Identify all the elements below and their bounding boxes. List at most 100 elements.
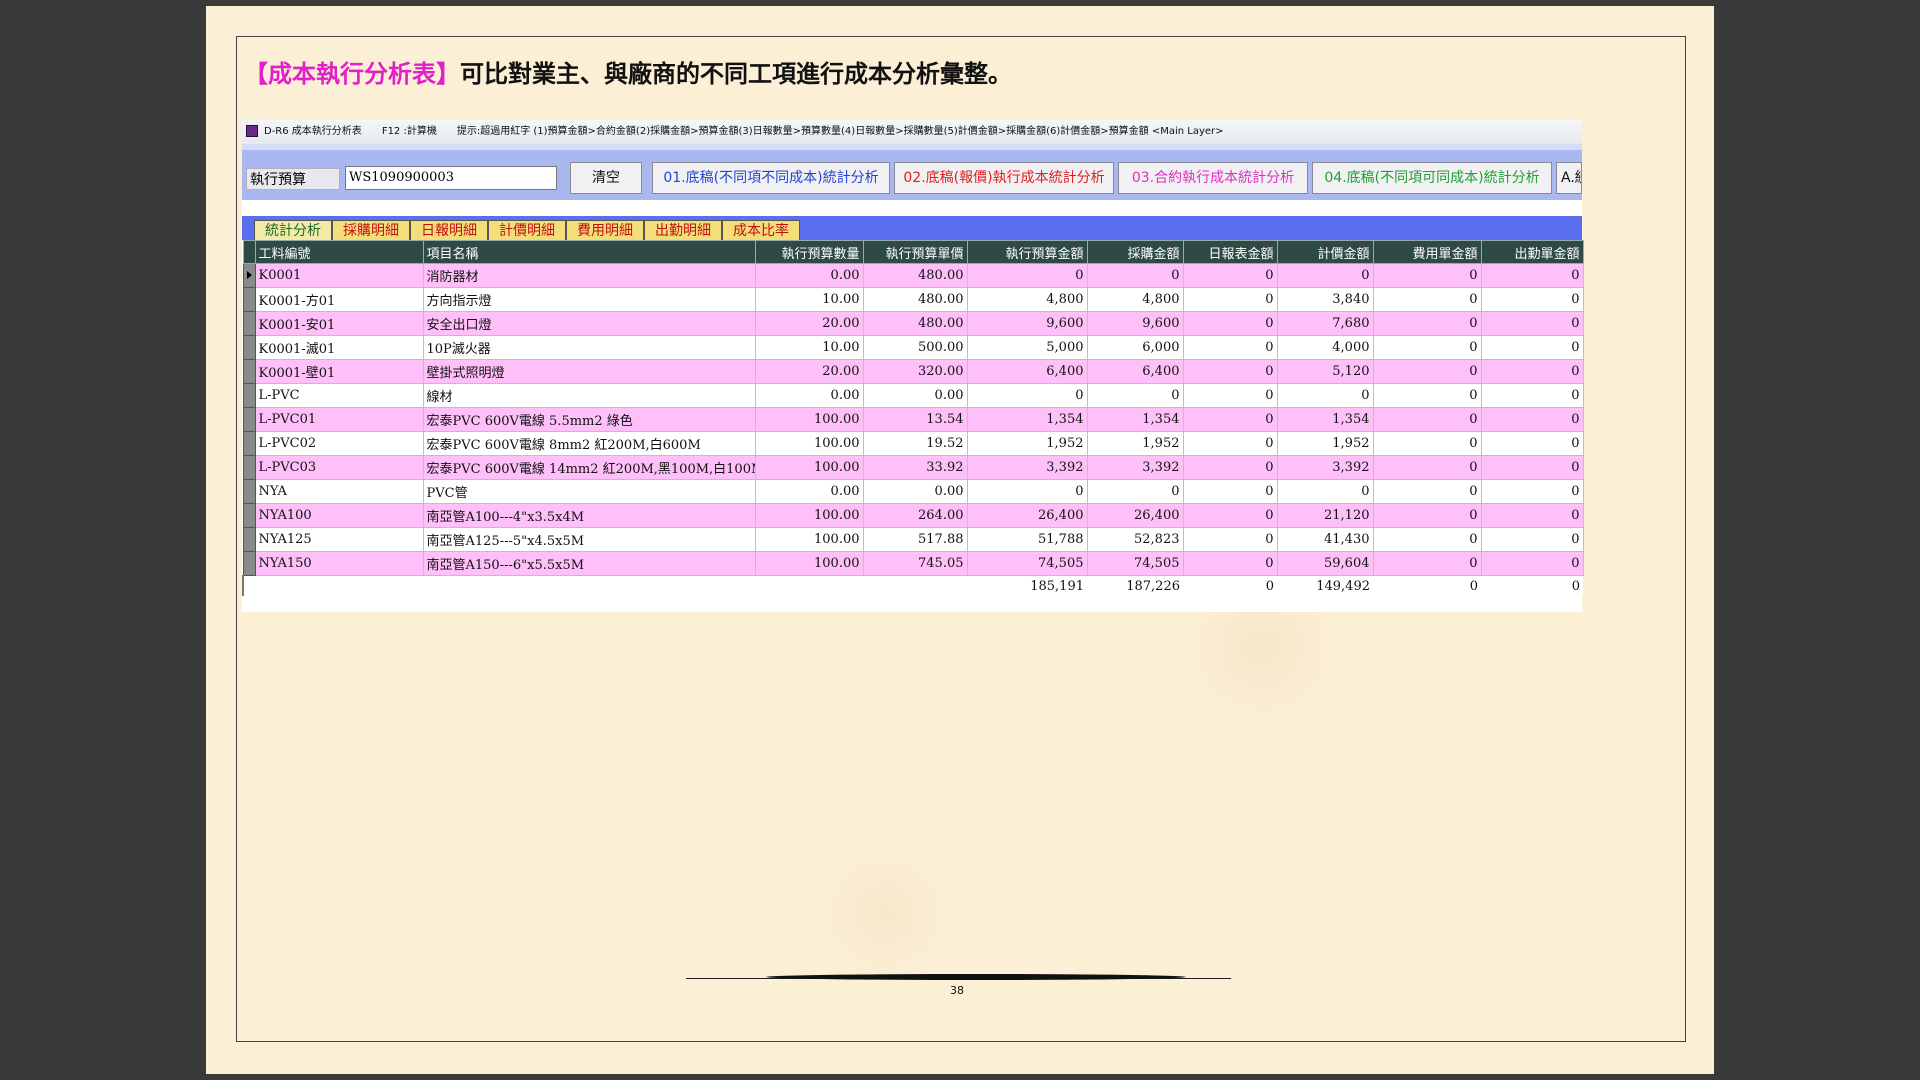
analysis-a-button[interactable]: A.統: [1556, 162, 1582, 194]
analysis-01-button[interactable]: 01.底稿(不同項不同成本)統計分析: [652, 162, 890, 194]
table-row[interactable]: L-PVC02 宏泰PVC 600V電線 8mm2 紅200M,白600M 100.…: [242, 431, 1584, 456]
table-cell[interactable]: 0: [1372, 383, 1482, 408]
table-cell[interactable]: 1,952: [966, 431, 1088, 456]
table-cell[interactable]: 0: [1182, 455, 1278, 480]
budget-input[interactable]: WS1090900003: [345, 166, 557, 190]
table-cell[interactable]: 線材: [422, 383, 756, 408]
table-cell[interactable]: 4,000: [1276, 335, 1374, 360]
table-cell[interactable]: 320.00: [862, 359, 968, 384]
header-attendance-amount[interactable]: 出勤單金額: [1480, 240, 1584, 264]
table-cell[interactable]: 4,800: [966, 287, 1088, 312]
table-cell[interactable]: 480.00: [862, 263, 968, 288]
table-cell[interactable]: 0: [1372, 287, 1482, 312]
table-row[interactable]: L-PVC 線材 0.00 0.00 0 0 0 0 0 0: [242, 383, 1584, 408]
table-cell[interactable]: 0: [1182, 263, 1278, 288]
table-cell[interactable]: 0: [1372, 407, 1482, 432]
row-indicator[interactable]: [242, 263, 256, 288]
table-cell[interactable]: 41,430: [1276, 527, 1374, 552]
table-cell[interactable]: L-PVC01: [254, 407, 424, 432]
table-cell[interactable]: 74,505: [1086, 551, 1184, 576]
tab-expense-detail[interactable]: 費用明細: [566, 220, 644, 240]
table-cell[interactable]: 宏泰PVC 600V電線 8mm2 紅200M,白600M: [422, 431, 756, 456]
row-indicator[interactable]: [242, 503, 256, 528]
table-cell[interactable]: 0: [1086, 479, 1184, 504]
header-budget-qty[interactable]: 執行預算數量: [754, 240, 864, 264]
table-cell[interactable]: 0: [1086, 263, 1184, 288]
table-cell[interactable]: 0: [1372, 527, 1482, 552]
row-indicator[interactable]: [242, 479, 256, 504]
table-cell[interactable]: 264.00: [862, 503, 968, 528]
table-cell[interactable]: K0001-壁01: [254, 359, 424, 384]
table-cell[interactable]: L-PVC03: [254, 455, 424, 480]
tab-cost-ratio[interactable]: 成本比率: [722, 220, 800, 240]
header-item-name[interactable]: 項目名稱: [422, 240, 756, 264]
row-indicator[interactable]: [242, 383, 256, 408]
table-row[interactable]: K0001 消防器材 0.00 480.00 0 0 0 0 0 0: [242, 263, 1584, 288]
table-row[interactable]: K0001-方01 方向指示燈 10.00 480.00 4,800 4,800 0 3,84…: [242, 287, 1584, 312]
table-cell[interactable]: 3,392: [966, 455, 1088, 480]
table-cell[interactable]: 0: [1182, 311, 1278, 336]
table-cell[interactable]: 100.00: [754, 431, 864, 456]
tab-statistics[interactable]: 統計分析: [254, 220, 332, 240]
table-cell[interactable]: 0: [1182, 287, 1278, 312]
table-cell[interactable]: 0: [1182, 551, 1278, 576]
header-budget-unit-price[interactable]: 執行預算單價: [862, 240, 968, 264]
table-cell[interactable]: 0: [1182, 503, 1278, 528]
table-cell[interactable]: 26,400: [1086, 503, 1184, 528]
table-cell[interactable]: 10.00: [754, 335, 864, 360]
row-indicator[interactable]: [242, 311, 256, 336]
table-cell[interactable]: 3,840: [1276, 287, 1374, 312]
table-cell[interactable]: 6,400: [1086, 359, 1184, 384]
table-cell[interactable]: 1,354: [1086, 407, 1184, 432]
table-cell[interactable]: 0: [1480, 311, 1584, 336]
table-cell[interactable]: 3,392: [1086, 455, 1184, 480]
table-cell[interactable]: 21,120: [1276, 503, 1374, 528]
table-cell[interactable]: 南亞管A150---6"x5.5x5M: [422, 551, 756, 576]
tab-attendance-detail[interactable]: 出勤明細: [644, 220, 722, 240]
table-cell[interactable]: K0001: [254, 263, 424, 288]
table-cell[interactable]: 0: [1086, 383, 1184, 408]
table-cell[interactable]: 0: [1372, 455, 1482, 480]
table-cell[interactable]: 0: [1480, 263, 1584, 288]
table-cell[interactable]: 1,354: [966, 407, 1088, 432]
table-cell[interactable]: 51,788: [966, 527, 1088, 552]
table-row[interactable]: NYA125 南亞管A125---5"x4.5x5M 100.00 517.88 51,…: [242, 527, 1584, 552]
table-cell[interactable]: 500.00: [862, 335, 968, 360]
table-cell[interactable]: 100.00: [754, 527, 864, 552]
table-cell[interactable]: 0: [1276, 263, 1374, 288]
table-cell[interactable]: 南亞管A125---5"x4.5x5M: [422, 527, 756, 552]
table-cell[interactable]: 5,120: [1276, 359, 1374, 384]
table-row[interactable]: L-PVC03 宏泰PVC 600V電線 14mm2 紅200M,黑100M,白1…: [242, 455, 1584, 480]
table-cell[interactable]: 0: [1480, 335, 1584, 360]
table-cell[interactable]: 0.00: [862, 383, 968, 408]
table-row[interactable]: NYA PVC管 0.00 0.00 0 0 0 0 0 0: [242, 479, 1584, 504]
table-cell[interactable]: 宏泰PVC 600V電線 14mm2 紅200M,黑100M,白100M: [422, 455, 756, 480]
table-cell[interactable]: 7,680: [1276, 311, 1374, 336]
row-indicator[interactable]: [242, 455, 256, 480]
header-item-code[interactable]: 工料編號: [254, 240, 424, 264]
analysis-04-button[interactable]: 04.底稿(不同項可同成本)統計分析: [1312, 162, 1552, 194]
table-cell[interactable]: L-PVC: [254, 383, 424, 408]
table-cell[interactable]: 0: [1480, 431, 1584, 456]
table-cell[interactable]: 6,000: [1086, 335, 1184, 360]
row-indicator[interactable]: [242, 359, 256, 384]
table-cell[interactable]: 0: [1480, 479, 1584, 504]
table-row[interactable]: L-PVC01 宏泰PVC 600V電線 5.5mm2 綠色 100.00 13.54…: [242, 407, 1584, 432]
table-cell[interactable]: 壁掛式照明燈: [422, 359, 756, 384]
table-cell[interactable]: 0.00: [862, 479, 968, 504]
table-cell[interactable]: 0: [966, 383, 1088, 408]
table-cell[interactable]: 0: [1372, 431, 1482, 456]
table-cell[interactable]: 517.88: [862, 527, 968, 552]
analysis-02-button[interactable]: 02.底稿(報價)執行成本統計分析: [894, 162, 1114, 194]
table-row[interactable]: K0001-滅01 10P滅火器 10.00 500.00 5,000 6,000 0 4,0…: [242, 335, 1584, 360]
table-cell[interactable]: 9,600: [966, 311, 1088, 336]
table-cell[interactable]: 0: [1182, 431, 1278, 456]
table-cell[interactable]: 0: [1480, 503, 1584, 528]
table-row[interactable]: NYA150 南亞管A150---6"x5.5x5M 100.00 745.05 74,…: [242, 551, 1584, 576]
table-cell[interactable]: 745.05: [862, 551, 968, 576]
table-cell[interactable]: 0: [1480, 359, 1584, 384]
table-cell[interactable]: 0: [1480, 407, 1584, 432]
row-indicator[interactable]: [242, 287, 256, 312]
table-cell[interactable]: 10.00: [754, 287, 864, 312]
header-purchase-amount[interactable]: 採購金額: [1086, 240, 1184, 264]
